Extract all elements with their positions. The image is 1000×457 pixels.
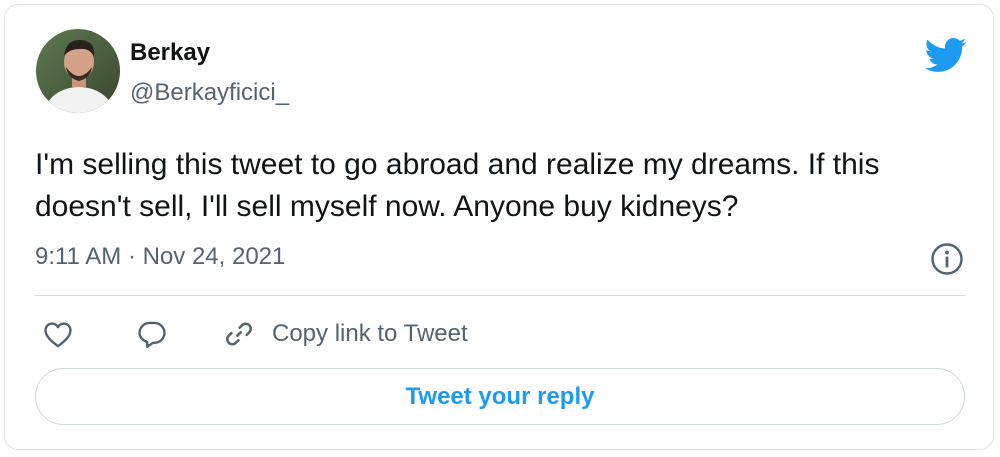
info-icon[interactable]	[929, 241, 965, 277]
copy-link-label: Copy link to Tweet	[272, 320, 468, 347]
tweet-timestamp[interactable]: 9:11 AM · Nov 24, 2021	[35, 243, 285, 271]
author-handle[interactable]: @Berkayficici_	[130, 79, 289, 107]
twitter-bird-icon[interactable]	[923, 33, 967, 77]
avatar-photo	[36, 29, 120, 113]
copy-link-button[interactable]: Copy link to Tweet	[222, 315, 468, 353]
author-name[interactable]: Berkay	[130, 39, 210, 67]
reply-button[interactable]	[135, 315, 169, 353]
divider	[35, 295, 965, 296]
tweet-your-reply-button[interactable]: Tweet your reply	[35, 368, 965, 425]
link-icon	[226, 322, 252, 346]
tweet-text: I'm selling this tweet to go abroad and …	[35, 148, 880, 223]
speech-bubble-icon	[138, 321, 166, 348]
like-button[interactable]	[41, 315, 75, 353]
heart-icon	[44, 322, 72, 348]
avatar[interactable]	[36, 29, 120, 113]
tweet-card: Berkay @Berkayficici_ I'm selling this t…	[4, 4, 994, 450]
